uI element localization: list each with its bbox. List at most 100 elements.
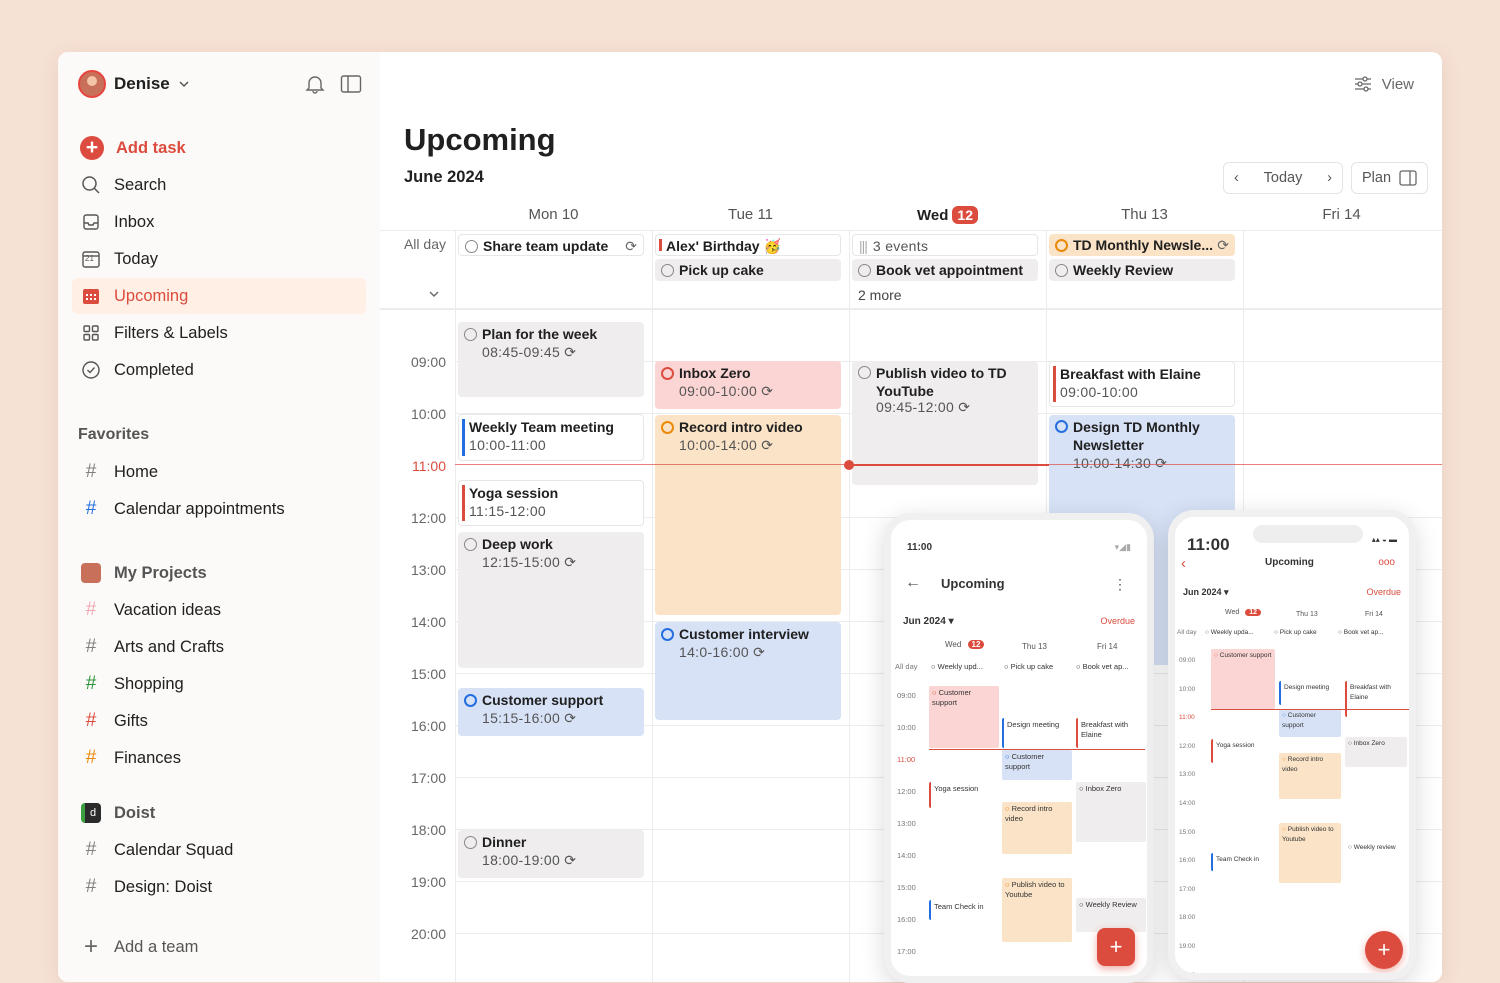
phone-event[interactable]: Design meeting bbox=[1002, 718, 1072, 748]
task-checkbox[interactable] bbox=[858, 264, 871, 277]
phone-month[interactable]: Jun 2024 ▾ bbox=[903, 616, 954, 627]
phone-event[interactable]: Team Check in bbox=[929, 900, 999, 920]
task-checkbox[interactable] bbox=[464, 836, 477, 849]
chevron-left-icon[interactable]: ‹ bbox=[1234, 170, 1239, 186]
favorite-home[interactable]: # Home bbox=[72, 454, 366, 490]
phone-event[interactable]: ○ Customer support bbox=[929, 686, 999, 748]
task-checkbox[interactable] bbox=[661, 628, 674, 641]
event-record-intro-video[interactable]: Record intro video 10:00-14:00 ⟳ bbox=[655, 415, 841, 615]
more-horizontal-icon[interactable]: ooo bbox=[1378, 557, 1395, 568]
phone-event[interactable]: ○ Weekly review bbox=[1345, 841, 1407, 859]
event-plan-for-week[interactable]: Plan for the week 08:45-09:45 ⟳ bbox=[458, 322, 644, 397]
phone-event[interactable]: ○ Weekly Review bbox=[1076, 898, 1146, 932]
task-checkbox[interactable] bbox=[661, 367, 674, 380]
team-doist-header[interactable]: d Doist bbox=[72, 795, 366, 831]
add-task-button[interactable]: + Add task bbox=[72, 130, 366, 166]
view-button[interactable]: View bbox=[1353, 74, 1414, 94]
nav-search[interactable]: Search bbox=[72, 167, 366, 203]
phone-event[interactable]: ○ Record intro video bbox=[1002, 802, 1072, 854]
allday-event[interactable]: Book vet appointment bbox=[852, 259, 1038, 281]
phone-event[interactable]: ○ Publish video to Youtube bbox=[1002, 878, 1072, 942]
team-project-calendar-squad[interactable]: # Calendar Squad bbox=[72, 832, 366, 868]
nav-today[interactable]: 21 Today bbox=[72, 241, 366, 277]
my-projects-header[interactable]: My Projects bbox=[72, 555, 366, 591]
task-checkbox[interactable] bbox=[464, 694, 477, 707]
phone-event[interactable]: ○ Customer support bbox=[1279, 709, 1341, 737]
event-yoga-session[interactable]: Yoga session 11:15-12:00 bbox=[458, 480, 644, 526]
today-button[interactable]: Today bbox=[1264, 170, 1303, 186]
project-vacation-ideas[interactable]: # Vacation ideas bbox=[72, 592, 366, 628]
more-vertical-icon[interactable]: ⋮ bbox=[1113, 576, 1127, 593]
favorites-header[interactable]: Favorites bbox=[78, 426, 149, 444]
team-project-design-doist[interactable]: # Design: Doist bbox=[72, 869, 366, 905]
task-checkbox[interactable] bbox=[661, 421, 674, 434]
task-checkbox[interactable] bbox=[1055, 420, 1068, 433]
phone-event[interactable]: Yoga session bbox=[929, 782, 999, 808]
phone-event[interactable]: ○ Customer support bbox=[1002, 750, 1072, 780]
allday-event[interactable]: Share team update ⟳ bbox=[458, 234, 644, 256]
task-checkbox[interactable] bbox=[464, 328, 477, 341]
phone-event[interactable]: ○ Inbox Zero bbox=[1345, 737, 1407, 767]
phone-month[interactable]: Jun 2024 ▾ bbox=[1183, 587, 1229, 598]
phone-allday-event[interactable]: ○ Pick up cake bbox=[1004, 662, 1053, 671]
add-fab-button[interactable]: + bbox=[1097, 928, 1135, 966]
phone-event[interactable]: ○ Customer support bbox=[1211, 649, 1275, 709]
phone-event[interactable]: ○ Inbox Zero bbox=[1076, 782, 1146, 842]
event-deep-work[interactable]: Deep work 12:15-15:00 ⟳ bbox=[458, 532, 644, 668]
task-checkbox[interactable] bbox=[465, 240, 478, 253]
task-checkbox[interactable] bbox=[1055, 239, 1068, 252]
phone-allday-event[interactable]: ○ Book vet ap... bbox=[1338, 629, 1383, 636]
bell-icon[interactable] bbox=[304, 73, 326, 95]
back-arrow-icon[interactable]: ← bbox=[905, 574, 921, 592]
allday-events-group[interactable]: ||| 3 events bbox=[852, 234, 1038, 256]
project-finances[interactable]: # Finances bbox=[72, 740, 366, 776]
task-checkbox[interactable] bbox=[1055, 264, 1068, 277]
add-fab-button[interactable]: + bbox=[1365, 931, 1403, 969]
nav-completed[interactable]: Completed bbox=[72, 352, 366, 388]
allday-event[interactable]: Pick up cake bbox=[655, 259, 841, 281]
project-shopping[interactable]: # Shopping bbox=[72, 666, 366, 702]
phone-event[interactable]: Team Check in bbox=[1211, 853, 1275, 871]
event-breakfast-elaine[interactable]: Breakfast with Elaine 09:00-10:00 bbox=[1049, 361, 1235, 407]
overdue-link[interactable]: Overdue bbox=[1366, 587, 1401, 597]
plan-button[interactable]: Plan bbox=[1351, 162, 1428, 194]
phone-allday-event[interactable]: ○ Weekly upd... bbox=[931, 662, 983, 671]
nav-upcoming[interactable]: Upcoming bbox=[72, 278, 366, 314]
allday-event[interactable]: Weekly Review bbox=[1049, 259, 1235, 281]
stack-icon: ||| bbox=[859, 238, 868, 254]
phone-event[interactable]: Design meeting bbox=[1279, 681, 1341, 705]
task-checkbox[interactable] bbox=[464, 538, 477, 551]
month-picker[interactable]: June 2024 bbox=[404, 168, 484, 187]
event-customer-support[interactable]: Customer support 15:15-16:00 ⟳ bbox=[458, 688, 644, 736]
favorite-calendar-appointments[interactable]: # Calendar appointments bbox=[72, 491, 366, 527]
user-menu[interactable]: Denise bbox=[78, 70, 190, 98]
event-dinner[interactable]: Dinner 18:00-19:00 ⟳ bbox=[458, 830, 644, 878]
task-checkbox[interactable] bbox=[661, 264, 674, 277]
allday-event[interactable]: Alex' Birthday 🥳 bbox=[655, 234, 841, 256]
collapse-chevron-icon[interactable] bbox=[428, 288, 440, 300]
overdue-link[interactable]: Overdue bbox=[1100, 616, 1135, 626]
phone-event[interactable]: ○ Record intro video bbox=[1279, 753, 1341, 799]
event-publish-video[interactable]: Publish video to TD YouTube 09:45-12:00 ⟳ bbox=[852, 361, 1038, 485]
phone-event[interactable]: Yoga session bbox=[1211, 739, 1275, 763]
task-checkbox[interactable] bbox=[858, 366, 871, 379]
phone-allday-event[interactable]: ○ Pick up cake bbox=[1274, 629, 1317, 636]
project-gifts[interactable]: # Gifts bbox=[72, 703, 366, 739]
allday-event[interactable]: TD Monthly Newsle... ⟳ bbox=[1049, 234, 1235, 256]
phone-event[interactable]: Breakfast with Elaine bbox=[1076, 718, 1146, 748]
event-inbox-zero[interactable]: Inbox Zero 09:00-10:00 ⟳ bbox=[655, 361, 841, 409]
event-customer-interview[interactable]: Customer interview 14:0-16:00 ⟳ bbox=[655, 622, 841, 720]
project-arts-and-crafts[interactable]: # Arts and Crafts bbox=[72, 629, 366, 665]
nav-inbox[interactable]: Inbox bbox=[72, 204, 366, 240]
nav-filters-labels[interactable]: Filters & Labels bbox=[72, 315, 366, 351]
chevron-right-icon[interactable]: › bbox=[1327, 170, 1332, 186]
back-chevron-icon[interactable]: ‹ bbox=[1181, 555, 1186, 572]
add-team-button[interactable]: + Add a team bbox=[72, 929, 366, 965]
phone-event[interactable]: Breakfast with Elaine bbox=[1345, 681, 1407, 717]
event-weekly-team-meeting[interactable]: Weekly Team meeting 10:00-11:00 bbox=[458, 414, 644, 461]
sidebar-toggle-icon[interactable] bbox=[340, 73, 362, 95]
phone-event[interactable]: ○ Publish video to Youtube bbox=[1279, 823, 1341, 883]
phone-allday-event[interactable]: ○ Book vet ap... bbox=[1076, 662, 1129, 671]
phone-allday-event[interactable]: ○ Weekly upda... bbox=[1205, 629, 1254, 636]
more-events-link[interactable]: 2 more bbox=[852, 284, 1038, 306]
